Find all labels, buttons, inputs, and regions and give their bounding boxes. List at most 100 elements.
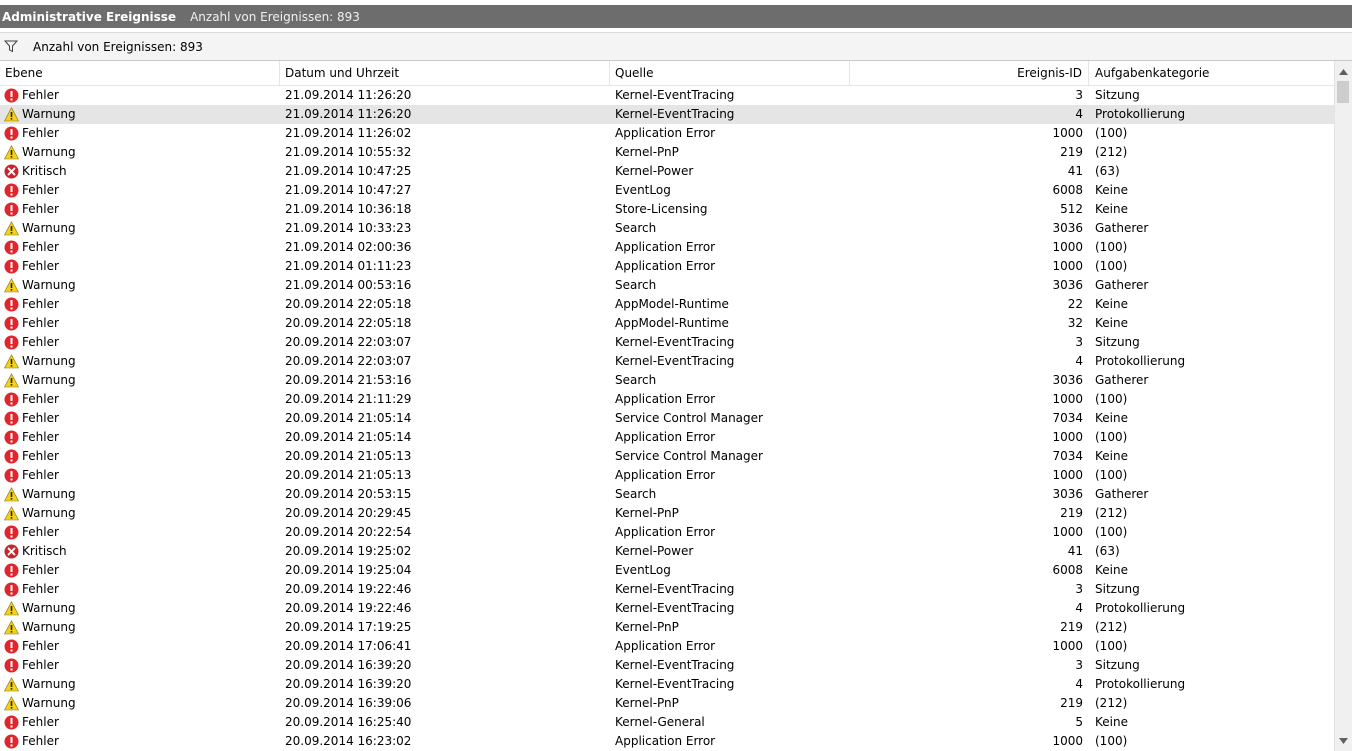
- table-row[interactable]: Fehler 20.09.2014 22:05:18 AppModel-Runtim…: [0, 314, 1334, 333]
- date-cell: 21.09.2014 10:36:18: [285, 202, 412, 216]
- table-row[interactable]: Fehler 20.09.2014 19:25:04 EventLog 6008 Kei…: [0, 561, 1334, 580]
- filter-icon[interactable]: [3, 39, 19, 55]
- table-row[interactable]: Warnung 20.09.2014 19:22:46 Kernel-EventTr…: [0, 599, 1334, 618]
- scroll-up-arrow-icon[interactable]: [1335, 63, 1352, 80]
- column-header-level[interactable]: Ebene: [0, 61, 280, 85]
- category-cell: (100): [1095, 525, 1128, 539]
- table-row[interactable]: Fehler 20.09.2014 16:23:02 Application Err…: [0, 732, 1334, 751]
- date-cell: 21.09.2014 10:33:23: [285, 221, 412, 235]
- view-event-count: Anzahl von Ereignissen: 893: [190, 9, 360, 24]
- table-row[interactable]: Fehler 20.09.2014 20:22:54 Application Err…: [0, 523, 1334, 542]
- table-row[interactable]: Warnung 21.09.2014 10:33:23 Search 3036 Gath…: [0, 219, 1334, 238]
- category-cell: (100): [1095, 468, 1128, 482]
- level-cell: Fehler: [4, 523, 274, 542]
- date-cell: 20.09.2014 21:11:29: [285, 392, 412, 406]
- date-cell: 20.09.2014 21:05:14: [285, 430, 412, 444]
- table-row[interactable]: Warnung 20.09.2014 20:53:15 Search 3036 Gath…: [0, 485, 1334, 504]
- table-row[interactable]: Fehler 20.09.2014 17:06:41 Application Err…: [0, 637, 1334, 656]
- table-row[interactable]: Kritisch 20.09.2014 19:25:02 Kernel-Power 4…: [0, 542, 1334, 561]
- error-icon: [4, 658, 19, 673]
- date-cell: 21.09.2014 00:53:16: [285, 278, 412, 292]
- table-row[interactable]: Fehler 20.09.2014 16:39:20 Kernel-EventTra…: [0, 656, 1334, 675]
- category-cell: Sitzung: [1095, 582, 1140, 596]
- table-row[interactable]: Fehler 20.09.2014 21:05:13 Service Control…: [0, 447, 1334, 466]
- vertical-scrollbar[interactable]: [1334, 61, 1352, 751]
- column-header-date[interactable]: Datum und Uhrzeit: [280, 61, 610, 85]
- category-cell: (212): [1095, 620, 1128, 634]
- source-cell: Application Error: [615, 468, 716, 482]
- table-row[interactable]: Warnung 20.09.2014 21:53:16 Search 3036 Gath…: [0, 371, 1334, 390]
- table-row[interactable]: Fehler 20.09.2014 21:05:14 Service Control…: [0, 409, 1334, 428]
- table-row[interactable]: Fehler 21.09.2014 02:00:36 Application Err…: [0, 238, 1334, 257]
- source-cell: Application Error: [615, 639, 716, 653]
- error-icon: [4, 335, 19, 350]
- table-row[interactable]: Warnung 21.09.2014 10:55:32 Kernel-PnP 219 (…: [0, 143, 1334, 162]
- table-header: Ebene Datum und Uhrzeit Quelle Ereignis-…: [0, 61, 1334, 86]
- column-header-category[interactable]: Aufgabenkategorie: [1089, 61, 1334, 85]
- table-row[interactable]: Fehler 21.09.2014 10:47:27 EventLog 6008 Kei…: [0, 181, 1334, 200]
- event-id-cell: 3: [1075, 335, 1083, 349]
- event-id-cell: 22: [1067, 297, 1083, 311]
- column-header-event-id[interactable]: Ereignis-ID: [850, 61, 1089, 85]
- event-table: Ebene Datum und Uhrzeit Quelle Ereignis-…: [0, 61, 1334, 751]
- source-cell: AppModel-Runtime: [615, 297, 729, 311]
- table-row[interactable]: Warnung 20.09.2014 20:29:45 Kernel-PnP 219 (…: [0, 504, 1334, 523]
- level-text: Warnung: [22, 696, 76, 710]
- warning-icon: [4, 107, 19, 122]
- view-titlebar: Administrative Ereignisse Anzahl von Ere…: [0, 5, 1352, 28]
- category-cell: Keine: [1095, 715, 1128, 729]
- warning-icon: [4, 696, 19, 711]
- level-cell: Warnung: [4, 371, 274, 390]
- level-text: Warnung: [22, 677, 76, 691]
- event-id-cell: 1000: [1052, 639, 1083, 653]
- table-row[interactable]: Fehler 21.09.2014 11:26:02 Application Err…: [0, 124, 1334, 143]
- table-row[interactable]: Fehler 20.09.2014 21:11:29 Application Err…: [0, 390, 1334, 409]
- level-text: Fehler: [22, 715, 59, 729]
- filter-event-count: Anzahl von Ereignissen: 893: [33, 39, 203, 54]
- table-row[interactable]: Warnung 20.09.2014 17:19:25 Kernel-PnP 219 (…: [0, 618, 1334, 637]
- column-header-source[interactable]: Quelle: [610, 61, 850, 85]
- critical-icon: [4, 164, 19, 179]
- scroll-down-arrow-icon[interactable]: [1335, 732, 1352, 749]
- table-row[interactable]: Fehler 20.09.2014 21:05:14 Application Err…: [0, 428, 1334, 447]
- table-row[interactable]: Fehler 20.09.2014 16:25:40 Kernel-General 5…: [0, 713, 1334, 732]
- level-text: Fehler: [22, 449, 59, 463]
- level-cell: Fehler: [4, 656, 274, 675]
- table-row[interactable]: Warnung 20.09.2014 22:03:07 Kernel-EventTr…: [0, 352, 1334, 371]
- level-text: Warnung: [22, 506, 76, 520]
- error-icon: [4, 88, 19, 103]
- scrollbar-thumb[interactable]: [1337, 81, 1349, 103]
- table-row[interactable]: Fehler 20.09.2014 21:05:13 Application Err…: [0, 466, 1334, 485]
- category-cell: (212): [1095, 506, 1128, 520]
- table-row[interactable]: Fehler 21.09.2014 10:36:18 Store-Licensing…: [0, 200, 1334, 219]
- category-cell: (100): [1095, 259, 1128, 273]
- level-cell: Fehler: [4, 637, 274, 656]
- level-text: Warnung: [22, 221, 76, 235]
- error-icon: [4, 183, 19, 198]
- table-row[interactable]: Fehler 21.09.2014 11:26:20 Kernel-EventTra…: [0, 86, 1334, 105]
- category-cell: (63): [1095, 544, 1120, 558]
- level-text: Fehler: [22, 582, 59, 596]
- table-row[interactable]: Fehler 20.09.2014 22:03:07 Kernel-EventTra…: [0, 333, 1334, 352]
- source-cell: Kernel-EventTracing: [615, 354, 735, 368]
- event-id-cell: 6008: [1052, 563, 1083, 577]
- event-id-cell: 3036: [1052, 221, 1083, 235]
- level-cell: Warnung: [4, 599, 274, 618]
- event-id-cell: 1000: [1052, 240, 1083, 254]
- category-cell: Protokollierung: [1095, 601, 1186, 615]
- table-row[interactable]: Fehler 21.09.2014 01:11:23 Application Err…: [0, 257, 1334, 276]
- table-row[interactable]: Warnung 21.09.2014 11:26:20 Kernel-EventTr…: [0, 105, 1334, 124]
- date-cell: 20.09.2014 21:05:14: [285, 411, 412, 425]
- table-row[interactable]: Warnung 20.09.2014 16:39:06 Kernel-PnP 219 (…: [0, 694, 1334, 713]
- level-cell: Fehler: [4, 447, 274, 466]
- category-cell: (100): [1095, 392, 1128, 406]
- table-row[interactable]: Kritisch 21.09.2014 10:47:25 Kernel-Power 4…: [0, 162, 1334, 181]
- table-row[interactable]: Fehler 20.09.2014 22:05:18 AppModel-Runtim…: [0, 295, 1334, 314]
- table-row[interactable]: Warnung 20.09.2014 16:39:20 Kernel-EventTr…: [0, 675, 1334, 694]
- table-row[interactable]: Warnung 21.09.2014 00:53:16 Search 3036 Gath…: [0, 276, 1334, 295]
- table-row[interactable]: Fehler 20.09.2014 19:22:46 Kernel-EventTra…: [0, 580, 1334, 599]
- level-text: Fehler: [22, 88, 59, 102]
- event-id-cell: 1000: [1052, 430, 1083, 444]
- level-cell: Warnung: [4, 352, 274, 371]
- date-cell: 20.09.2014 22:05:18: [285, 316, 412, 330]
